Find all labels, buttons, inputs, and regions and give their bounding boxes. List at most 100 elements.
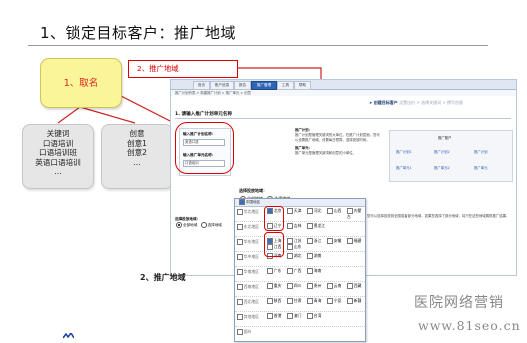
region-checkbox[interactable]	[307, 208, 313, 214]
group-checkbox[interactable]	[237, 209, 243, 215]
tab-promo-manage[interactable]: 推广管理	[251, 81, 277, 90]
naming-callout-label: 1、取名	[63, 78, 99, 89]
section-divider	[175, 118, 511, 119]
region-item[interactable]: 贵州	[307, 283, 321, 289]
tab-tools[interactable]: 工具	[277, 81, 294, 90]
region-item-label: 四川	[293, 283, 302, 288]
region-item[interactable]: 天津	[287, 208, 301, 214]
region-group-label[interactable]: 华中地区	[237, 254, 259, 260]
region-checkbox[interactable]	[287, 283, 293, 289]
tab-home[interactable]: 首页	[193, 81, 210, 90]
diagram-cell: 推广计划2	[434, 150, 450, 154]
region-checkbox[interactable]	[347, 238, 353, 244]
region-checkbox[interactable]	[307, 238, 313, 244]
region-checkbox[interactable]	[307, 253, 313, 259]
region-group-label[interactable]: 华东地区	[237, 239, 259, 245]
watermark-text: 医院网络营销	[414, 295, 504, 311]
region-item[interactable]: 山西	[327, 208, 341, 214]
region-checkbox[interactable]	[267, 283, 273, 289]
region-checkbox[interactable]	[287, 223, 293, 229]
region-item[interactable]: 安徽	[327, 238, 341, 244]
region-checkbox[interactable]	[307, 298, 313, 304]
region-item[interactable]: 新疆	[347, 298, 361, 304]
group-checkbox[interactable]	[237, 254, 243, 260]
region-row: 西南地区 重庆 四川 贵州 云南 西藏	[235, 282, 365, 297]
region-checkbox[interactable]	[327, 298, 333, 304]
region-item-label: 香港	[273, 313, 282, 318]
region-checkbox[interactable]	[287, 208, 293, 214]
group-checkbox[interactable]	[237, 224, 243, 230]
region-item[interactable]: 河北	[307, 208, 321, 214]
region-item[interactable]: 云南	[327, 283, 341, 289]
region-checkbox[interactable]	[307, 223, 313, 229]
region-checkbox[interactable]	[307, 313, 313, 319]
region-checkbox[interactable]	[287, 253, 293, 259]
region-item-label: 河北	[313, 208, 322, 213]
group-checkbox[interactable]	[237, 269, 243, 275]
region-row: 华北地区 北京 天津 河北 山西 内蒙古	[235, 207, 365, 222]
group-checkbox[interactable]	[237, 239, 243, 245]
region-item[interactable]: 福建	[347, 238, 361, 244]
region-group-name: 西南地区	[243, 284, 259, 289]
region-item[interactable]: 四川	[287, 283, 301, 289]
region-item[interactable]: 广东	[267, 268, 281, 274]
tab-report[interactable]: 报告	[234, 81, 251, 90]
region-checkbox[interactable]	[327, 283, 333, 289]
region-item[interactable]: 陕西	[267, 298, 281, 304]
group-checkbox[interactable]	[237, 314, 243, 320]
region-group-label[interactable]: 西北地区	[237, 299, 259, 305]
region-item[interactable]: 西藏	[347, 283, 361, 289]
region-checkbox[interactable]	[287, 298, 293, 304]
region-group-label[interactable]: 华北地区	[237, 209, 259, 215]
region-checkbox[interactable]	[287, 244, 293, 250]
ideas-line: 创意2	[126, 148, 148, 158]
footer-checkbox[interactable]	[237, 329, 243, 335]
region-all-checkbox[interactable]	[239, 199, 245, 205]
region-item[interactable]: 黑龙江	[307, 223, 325, 229]
region-step-label: 2、推广地域	[140, 273, 186, 282]
region-item[interactable]: 台湾	[307, 313, 321, 319]
tab-help[interactable]: 帮助	[294, 81, 311, 90]
region-item[interactable]: 内蒙古	[347, 208, 365, 220]
region-checkbox[interactable]	[287, 313, 293, 319]
region-item[interactable]: 青海	[307, 298, 321, 304]
tab-account[interactable]: 账户信息	[210, 81, 234, 90]
radio-budget-select[interactable]	[200, 222, 207, 228]
group-checkbox[interactable]	[237, 299, 243, 305]
region-item[interactable]: 广西	[287, 268, 301, 274]
diagram-cell: 推广单元	[474, 166, 488, 170]
region-item[interactable]: 湖南	[307, 253, 321, 259]
region-item-label: 广西	[293, 268, 302, 273]
region-checkbox[interactable]	[347, 298, 353, 304]
region-item[interactable]: 湖北	[287, 253, 301, 259]
region-item[interactable]: 浙江	[307, 238, 321, 244]
region-item[interactable]: 澳门	[287, 313, 301, 319]
region-checkbox[interactable]	[307, 268, 313, 274]
group-checkbox[interactable]	[237, 284, 243, 290]
region-item[interactable]: 甘肃	[287, 298, 301, 304]
region-checkbox[interactable]	[267, 268, 273, 274]
region-group-label[interactable]: 东北地区	[237, 224, 259, 230]
region-checkbox[interactable]	[267, 313, 273, 319]
region-group-label[interactable]: 华南地区	[237, 269, 259, 275]
region-item-label: 安徽	[333, 238, 342, 243]
region-item[interactable]: 重庆	[267, 283, 281, 289]
beijing-highlight	[264, 206, 284, 231]
region-group-name: 华北地区	[243, 209, 259, 214]
region-item[interactable]: 吉林	[287, 223, 301, 229]
region-checkbox[interactable]	[287, 268, 293, 274]
radio-budget-all[interactable]	[176, 222, 182, 228]
region-checkbox[interactable]	[327, 238, 333, 244]
region-group-label[interactable]: 其他地区	[237, 314, 259, 320]
region-checkbox[interactable]	[327, 208, 333, 214]
region-item[interactable]: 香港	[267, 313, 281, 319]
region-group-label[interactable]: 西南地区	[237, 284, 259, 290]
structure-diagram: 推广账户 推广计划1 推广计划2 推广计划 推广单元1 推广单元2 推广单元	[389, 130, 513, 182]
region-checkbox[interactable]	[307, 283, 313, 289]
region-item[interactable]: 山东	[287, 244, 301, 250]
region-checkbox[interactable]	[267, 298, 273, 304]
region-item[interactable]: 海南	[307, 268, 321, 274]
region-checkbox[interactable]	[347, 283, 353, 289]
region-footer[interactable]: 国外	[237, 329, 251, 335]
region-item[interactable]: 宁夏	[327, 298, 341, 304]
